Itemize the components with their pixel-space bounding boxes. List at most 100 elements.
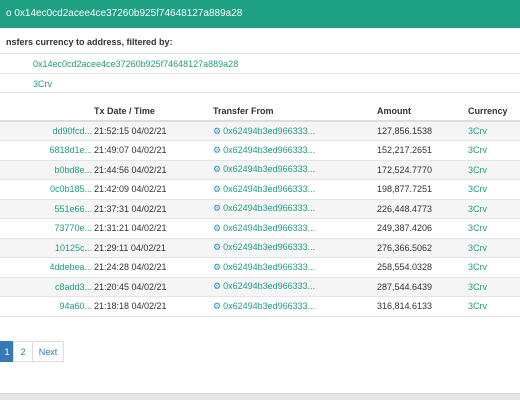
currency-cell: 3Crv [468, 277, 520, 297]
currency-link[interactable]: 3Crv [468, 223, 487, 233]
table-body: dd90fcd... 21:52:15 04/02/21 ⚙ 0x62494b3ed9… [0, 121, 520, 317]
amount-cell: 316,814.6133 [377, 296, 468, 317]
amount-cell: 226,448.4773 [377, 199, 468, 219]
table-row: 551e66... 21:37:31 04/02/21 ⚙ 0x62494b3ed96… [0, 199, 520, 219]
amount-cell: 152,217.2651 [377, 140, 468, 161]
amount-cell: 249,387.4206 [377, 218, 468, 239]
tx-hash-link[interactable]: 0c0b185... [0, 184, 94, 194]
currency-cell: 3Crv [468, 121, 520, 141]
amount-cell: 198,877.7251 [377, 179, 468, 200]
page-2-button[interactable]: 2 [13, 341, 33, 362]
page-header: o 0x14ec0cd2acee4ce37260b925f74648127a88… [0, 0, 520, 28]
amount-cell: 127,856.1538 [377, 121, 468, 141]
tx-hash-link[interactable]: 551e66... [0, 204, 94, 214]
transfer-from-cell: ⚙ 0x62494b3ed966333... [213, 199, 377, 219]
tx-hash-cell: 0c0b185... [0, 179, 94, 200]
filter-currency-link[interactable]: 3Crv [33, 79, 52, 89]
column-header-date: Tx Date / Time [94, 101, 213, 122]
tx-date-cell: 21:44:56 04/02/21 [94, 160, 213, 180]
transfer-from-cell: ⚙ 0x62494b3ed966333... [213, 218, 377, 239]
transfer-from-link[interactable]: 0x62494b3ed966333... [223, 164, 315, 174]
currency-link[interactable]: 3Crv [468, 184, 487, 194]
tx-date-cell: 21:24:28 04/02/21 [94, 257, 213, 278]
tx-hash-link[interactable]: 94a60... [0, 301, 94, 311]
table-row: 10125c... 21:29:11 04/02/21 ⚙ 0x62494b3ed96… [0, 238, 520, 258]
table-row: 0c0b185... 21:42:09 04/02/21 ⚙ 0x62494b3ed9… [0, 179, 520, 200]
transfer-from-cell: ⚙ 0x62494b3ed966333... [213, 296, 377, 317]
pagination: 1 2 Next [0, 341, 64, 362]
gear-icon: ⚙ [213, 300, 222, 311]
table-row: 6818d1e... 21:49:07 04/02/21 ⚙ 0x62494b3ed9… [0, 140, 520, 161]
transfers-table: Tx Date / Time Transfer From Amount Curr… [0, 101, 520, 317]
tx-hash-cell: 4ddebea... [0, 257, 94, 278]
filter-currency-row: 3Crv [0, 74, 520, 94]
tx-hash-link[interactable]: 73770e... [0, 223, 94, 233]
gear-icon: ⚙ [213, 281, 222, 292]
currency-link[interactable]: 3Crv [468, 243, 487, 253]
currency-link[interactable]: 3Crv [468, 165, 487, 175]
table-row: dd90fcd... 21:52:15 04/02/21 ⚙ 0x62494b3ed9… [0, 121, 520, 141]
filter-address-link[interactable]: 0x14ec0cd2acee4ce37260b925f74648127a889a… [33, 59, 238, 69]
column-header-amount: Amount [377, 101, 468, 122]
table-header-row: Tx Date / Time Transfer From Amount Curr… [0, 101, 520, 122]
tx-date-cell: 21:31:21 04/02/21 [94, 218, 213, 239]
gear-icon: ⚙ [213, 203, 222, 214]
table-row: b0bd8e... 21:44:56 04/02/21 ⚙ 0x62494b3ed96… [0, 160, 520, 180]
currency-link[interactable]: 3Crv [468, 262, 487, 272]
currency-link[interactable]: 3Crv [468, 301, 487, 311]
column-header-currency: Currency [468, 101, 520, 122]
transfer-from-link[interactable]: 0x62494b3ed966333... [223, 262, 315, 272]
tx-hash-link[interactable]: c8add3... [0, 282, 94, 292]
transfer-from-link[interactable]: 0x62494b3ed966333... [223, 242, 315, 252]
table-row: c8add3... 21:20:45 04/02/21 ⚙ 0x62494b3ed96… [0, 277, 520, 297]
currency-link[interactable]: 3Crv [468, 126, 487, 136]
transfer-from-cell: ⚙ 0x62494b3ed966333... [213, 257, 377, 278]
tx-hash-cell: c8add3... [0, 277, 94, 297]
next-page-button[interactable]: Next [32, 341, 64, 362]
column-header-from: Transfer From [213, 101, 377, 122]
tx-date-cell: 21:29:11 04/02/21 [94, 238, 213, 258]
tx-date-cell: 21:20:45 04/02/21 [94, 277, 213, 297]
currency-cell: 3Crv [468, 160, 520, 180]
transfer-from-link[interactable]: 0x62494b3ed966333... [223, 223, 315, 233]
transfer-from-cell: ⚙ 0x62494b3ed966333... [213, 121, 377, 141]
currency-link[interactable]: 3Crv [468, 204, 487, 214]
currency-cell: 3Crv [468, 218, 520, 239]
tx-hash-link[interactable]: 10125c... [0, 243, 94, 253]
tx-date-cell: 21:37:31 04/02/21 [94, 199, 213, 219]
transfer-from-link[interactable]: 0x62494b3ed966333... [223, 203, 315, 213]
tx-hash-cell: b0bd8e... [0, 160, 94, 180]
transfer-from-link[interactable]: 0x62494b3ed966333... [223, 126, 315, 136]
tx-hash-link[interactable]: 4ddebea... [0, 262, 94, 272]
currency-cell: 3Crv [468, 257, 520, 278]
transfer-from-link[interactable]: 0x62494b3ed966333... [223, 145, 315, 155]
tx-hash-link[interactable]: 6818d1e... [0, 145, 94, 155]
tx-date-cell: 21:18:18 04/02/21 [94, 296, 213, 317]
tx-hash-cell: 10125c... [0, 238, 94, 258]
filter-address-row: 0x14ec0cd2acee4ce37260b925f74648127a889a… [0, 54, 520, 74]
transfer-from-link[interactable]: 0x62494b3ed966333... [223, 184, 315, 194]
column-header-hash [0, 101, 94, 122]
tx-hash-cell: 73770e... [0, 218, 94, 239]
tx-hash-cell: 6818d1e... [0, 140, 94, 161]
tx-hash-link[interactable]: b0bd8e... [0, 165, 94, 175]
transfer-from-cell: ⚙ 0x62494b3ed966333... [213, 140, 377, 161]
tx-date-cell: 21:52:15 04/02/21 [94, 121, 213, 141]
currency-cell: 3Crv [468, 140, 520, 161]
amount-cell: 276,366.5062 [377, 238, 468, 258]
tx-hash-cell: 551e66... [0, 199, 94, 219]
transfer-from-link[interactable]: 0x62494b3ed966333... [223, 281, 315, 291]
amount-cell: 287,544.6439 [377, 277, 468, 297]
horizontal-scrollbar[interactable] [0, 393, 520, 400]
amount-cell: 258,554.0328 [377, 257, 468, 278]
transfer-from-link[interactable]: 0x62494b3ed966333... [223, 301, 315, 311]
filter-title: nsfers currency to address, filtered by: [6, 37, 173, 47]
gear-icon: ⚙ [213, 125, 222, 136]
currency-cell: 3Crv [468, 179, 520, 200]
currency-link[interactable]: 3Crv [468, 145, 487, 155]
page-1-button[interactable]: 1 [0, 341, 14, 362]
page-title: o 0x14ec0cd2acee4ce37260b925f74648127a88… [6, 8, 243, 19]
currency-link[interactable]: 3Crv [468, 282, 487, 292]
gear-icon: ⚙ [213, 222, 222, 233]
tx-hash-link[interactable]: dd90fcd... [0, 126, 94, 136]
